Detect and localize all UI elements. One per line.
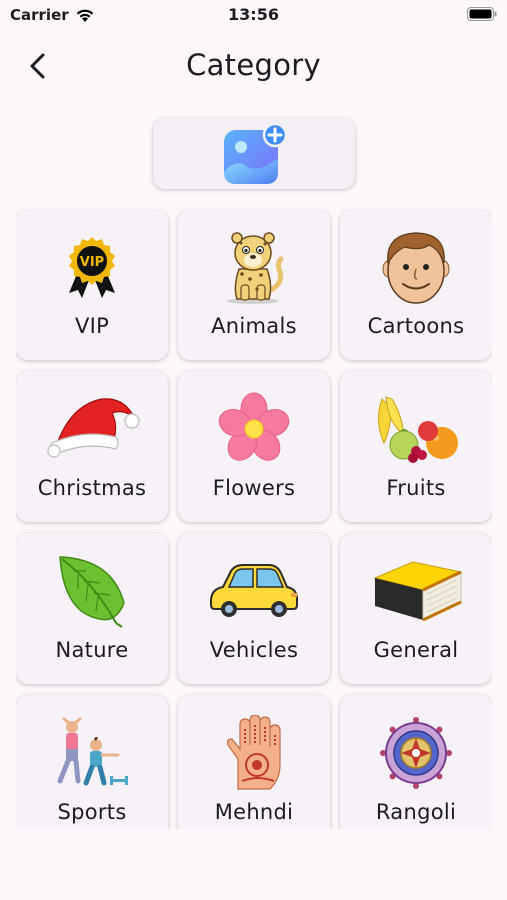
category-card-rangoli[interactable]: Rangoli: [340, 695, 492, 829]
car-icon: [210, 564, 298, 617]
add-photo-icon: [224, 122, 286, 184]
category-label: Flowers: [212, 476, 296, 500]
app-bar: Category: [0, 36, 507, 96]
category-card-vehicles[interactable]: Vehicles: [178, 533, 330, 684]
category-card-mehndi[interactable]: Mehndi: [178, 695, 330, 829]
category-label: Christmas: [37, 476, 147, 500]
santa-hat-icon: [47, 398, 140, 458]
category-label: Rangoli: [375, 800, 457, 824]
vip-badge-icon: VIP: [69, 237, 115, 298]
category-card-vip[interactable]: VIP VIP: [16, 209, 168, 360]
mehndi-hand-icon: [226, 715, 281, 790]
category-grid: VIP VIP Animals Cartoons Christmas Flowe…: [16, 209, 492, 829]
category-card-nature[interactable]: Nature: [16, 533, 168, 684]
category-card-cartoons[interactable]: Cartoons: [340, 209, 492, 360]
cartoon-face-icon: [382, 232, 450, 304]
page-title: Category: [186, 48, 321, 82]
leaf-icon: [59, 556, 125, 628]
fruits-icon: [378, 396, 458, 463]
rangoli-icon: [380, 717, 452, 789]
cheetah-icon: [227, 232, 284, 304]
sports-people-icon: [57, 717, 128, 786]
category-card-animals[interactable]: Animals: [178, 209, 330, 360]
category-card-sports[interactable]: Sports: [16, 695, 168, 829]
category-label: Sports: [57, 800, 127, 824]
category-card-flowers[interactable]: Flowers: [178, 371, 330, 522]
add-image-button[interactable]: [153, 118, 355, 189]
category-label: General: [373, 638, 459, 662]
category-label: Mehndi: [214, 800, 294, 824]
category-label: VIP: [74, 314, 110, 338]
svg-text:VIP: VIP: [80, 255, 104, 270]
category-card-general[interactable]: General: [340, 533, 492, 684]
category-card-christmas[interactable]: Christmas: [16, 371, 168, 522]
status-bar: Carrier 13:56: [0, 0, 507, 32]
category-card-fruits[interactable]: Fruits: [340, 371, 492, 522]
clock: 13:56: [228, 5, 279, 24]
flower-icon: [218, 392, 290, 461]
category-label: Cartoons: [367, 314, 465, 338]
category-label: Fruits: [386, 476, 446, 500]
category-label: Animals: [211, 314, 297, 338]
battery-icon: [467, 7, 497, 21]
book-icon: [373, 561, 463, 622]
category-label: Nature: [55, 638, 129, 662]
category-label: Vehicles: [209, 638, 299, 662]
